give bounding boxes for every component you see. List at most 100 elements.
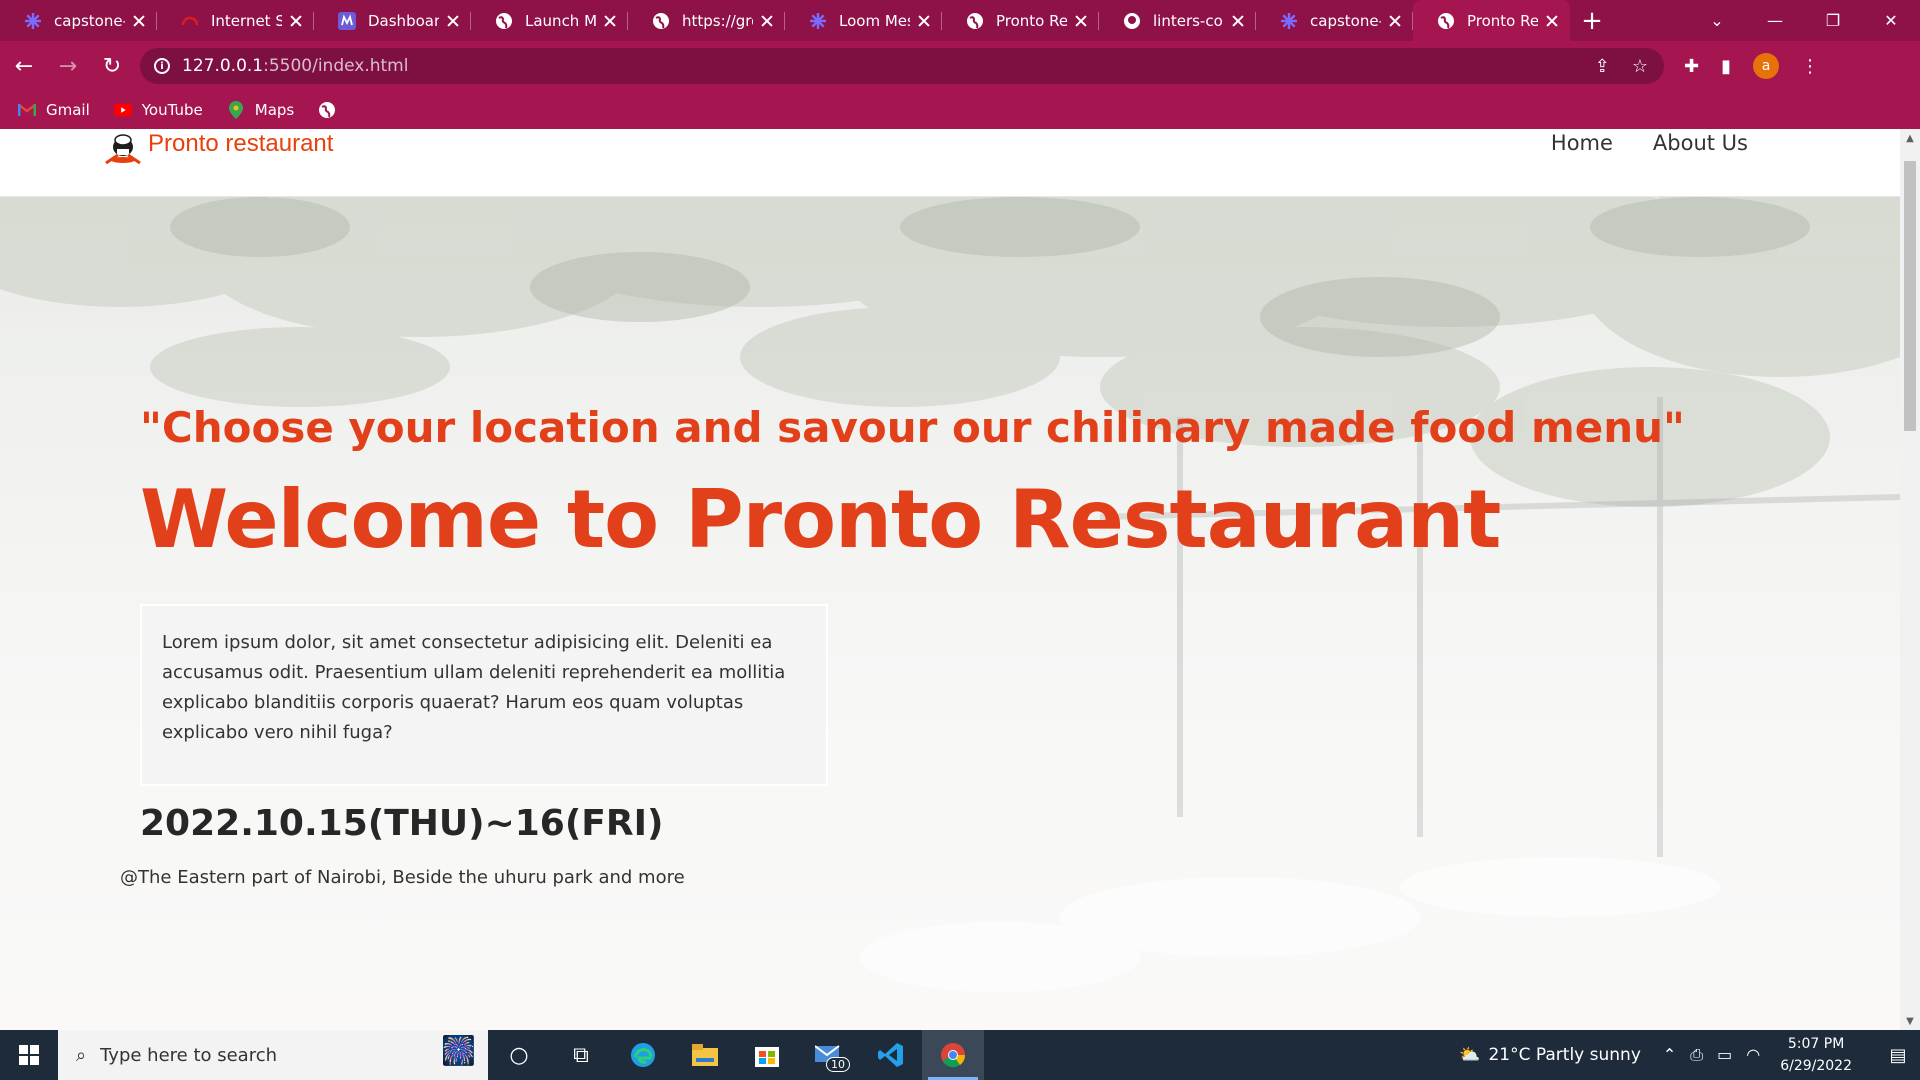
close-window-button[interactable]: ✕ <box>1862 0 1920 41</box>
bookmark-label: Gmail <box>46 101 90 119</box>
mail-icon[interactable]: 10 <box>798 1030 860 1080</box>
forward-button[interactable]: → <box>48 46 88 86</box>
task-view-icon[interactable]: ⧉ <box>550 1030 612 1080</box>
address-bar[interactable]: i 127.0.0.1:5500/index.html ⇪ ☆ <box>140 48 1664 84</box>
tab-close-icon[interactable] <box>1544 13 1560 29</box>
windows-logo-icon <box>19 1045 39 1065</box>
start-button[interactable] <box>0 1030 58 1080</box>
tab-close-icon[interactable] <box>131 13 147 29</box>
taskbar-search[interactable]: ⌕ Type here to search 🎆 <box>58 1030 488 1080</box>
tab-title: https://grov <box>682 11 753 30</box>
browser-tab[interactable]: Loom Mess <box>785 0 942 41</box>
back-button[interactable]: ← <box>4 46 44 86</box>
tab-close-icon[interactable] <box>916 13 932 29</box>
event-date: 2022.10.15(THU)~16(FRI) <box>140 803 664 844</box>
hero-description: Lorem ipsum dolor, sit amet consectetur … <box>162 632 786 743</box>
github-icon <box>1123 12 1141 30</box>
weather-text: 21°C Partly sunny <box>1488 1045 1641 1065</box>
menu-kebab-icon[interactable]: ⋮ <box>1801 56 1819 77</box>
tab-close-icon[interactable] <box>1230 13 1246 29</box>
site-logo[interactable]: Pronto restaurant <box>104 129 334 165</box>
wifi-icon[interactable]: ◠ <box>1746 1045 1760 1065</box>
share-icon[interactable]: ⇪ <box>1595 56 1610 77</box>
tab-search-icon[interactable]: ⌄ <box>1688 0 1746 41</box>
search-icon: ⌕ <box>76 1044 87 1066</box>
nav-home-link[interactable]: Home <box>1551 131 1613 155</box>
nav-about-link[interactable]: About Us <box>1653 131 1748 155</box>
battery-icon[interactable]: ▭ <box>1717 1045 1732 1065</box>
browser-tab[interactable]: linters-conf <box>1099 0 1256 41</box>
tab-list: capstone-o Internet Sp Dashboard Launch Me h… <box>0 0 1570 41</box>
search-placeholder: Type here to search <box>100 1044 278 1066</box>
system-tray: ⛅ 21°C Partly sunny ⌃ ⎙ ▭ ◠ 5:07 PM 6/29… <box>1459 1030 1920 1080</box>
taskbar-clock[interactable]: 5:07 PM 6/29/2022 <box>1780 1033 1852 1077</box>
browser-tab[interactable]: Internet Sp <box>157 0 314 41</box>
bookmark-youtube[interactable]: YouTube <box>113 101 203 119</box>
browser-tab[interactable]: https://grov <box>628 0 785 41</box>
fireworks-flag-decoration-icon: 🎆 <box>441 1034 476 1067</box>
tab-close-icon[interactable] <box>445 13 461 29</box>
tab-strip: capstone-o Internet Sp Dashboard Launch Me h… <box>0 0 1920 41</box>
minimize-button[interactable]: — <box>1746 0 1804 41</box>
browser-tab[interactable]: Pronto Rest <box>1413 0 1570 41</box>
asterisk-icon <box>1280 12 1298 30</box>
partly-sunny-icon: ⛅ <box>1459 1045 1481 1065</box>
bookmark-star-icon[interactable]: ☆ <box>1632 56 1648 77</box>
scroll-down-arrow-icon[interactable]: ▼ <box>1900 1012 1920 1030</box>
site-info-icon[interactable]: i <box>154 58 170 74</box>
edge-browser-icon[interactable] <box>612 1030 674 1080</box>
tab-close-icon[interactable] <box>1387 13 1403 29</box>
browser-toolbar: ← → ↻ i 127.0.0.1:5500/index.html ⇪ ☆ ✚ … <box>0 41 1920 91</box>
bookmark-maps[interactable]: Maps <box>227 101 294 119</box>
globe-icon <box>495 12 513 30</box>
mail-badge: 10 <box>826 1057 850 1072</box>
restore-button[interactable]: ❐ <box>1804 0 1862 41</box>
youtube-icon <box>113 101 132 119</box>
hero-section: "Choose your location and savour our chi… <box>0 197 1900 1030</box>
extensions-puzzle-icon[interactable]: ✚ <box>1684 56 1699 77</box>
browser-tab[interactable]: Dashboard <box>314 0 471 41</box>
bookmark-gmail[interactable]: Gmail <box>18 101 90 119</box>
browser-tab[interactable]: Launch Me <box>471 0 628 41</box>
cortana-icon[interactable]: ○ <box>488 1030 550 1080</box>
chef-logo-icon <box>105 134 141 165</box>
tab-close-icon[interactable] <box>602 13 618 29</box>
tab-title: Loom Mess <box>839 11 910 30</box>
tab-title: Internet Sp <box>211 11 282 30</box>
site-header: Pronto restaurant Home About Us <box>0 129 1900 197</box>
scroll-thumb[interactable] <box>1904 161 1916 431</box>
notification-center-icon[interactable]: ▤ <box>1876 1045 1920 1066</box>
browser-tab[interactable]: capstone-o <box>0 0 157 41</box>
asterisk-icon <box>809 12 827 30</box>
clock-time: 5:07 PM <box>1787 1036 1845 1052</box>
vscode-icon[interactable] <box>860 1030 922 1080</box>
weather-widget[interactable]: ⛅ 21°C Partly sunny <box>1459 1045 1641 1065</box>
window-controls: ⌄ — ❐ ✕ <box>1688 0 1920 41</box>
reload-button[interactable]: ↻ <box>92 46 132 86</box>
tray-chevron-up-icon[interactable]: ⌃ <box>1663 1045 1676 1065</box>
globe-icon <box>1437 12 1455 30</box>
new-tab-button[interactable]: + <box>1570 0 1614 41</box>
tab-title: linters-conf <box>1153 11 1224 30</box>
store-icon[interactable] <box>736 1030 798 1080</box>
profile-avatar[interactable]: a <box>1753 53 1779 79</box>
tab-close-icon[interactable] <box>1073 13 1089 29</box>
browser-tab[interactable]: Pronto Rest <box>942 0 1099 41</box>
speedometer-icon <box>181 12 199 30</box>
gmail-icon <box>18 101 36 119</box>
side-panel-icon[interactable]: ▮ <box>1721 56 1731 77</box>
tab-close-icon[interactable] <box>288 13 304 29</box>
file-explorer-icon[interactable] <box>674 1030 736 1080</box>
chrome-icon[interactable] <box>922 1030 984 1080</box>
network-device-icon[interactable]: ⎙ <box>1690 1045 1703 1065</box>
hero-tagline: "Choose your location and savour our chi… <box>140 403 1685 452</box>
page-scrollbar[interactable]: ▲ ▼ <box>1900 129 1920 1030</box>
bookmark-globe[interactable] <box>318 101 336 119</box>
tab-title: Pronto Rest <box>996 11 1067 30</box>
scroll-up-arrow-icon[interactable]: ▲ <box>1900 129 1920 147</box>
brand-name: Pronto restaurant <box>148 130 334 157</box>
tab-close-icon[interactable] <box>759 13 775 29</box>
browser-tab[interactable]: capstone-o <box>1256 0 1413 41</box>
tab-title: Launch Me <box>525 11 596 30</box>
hero-description-box: Lorem ipsum dolor, sit amet consectetur … <box>140 604 828 786</box>
